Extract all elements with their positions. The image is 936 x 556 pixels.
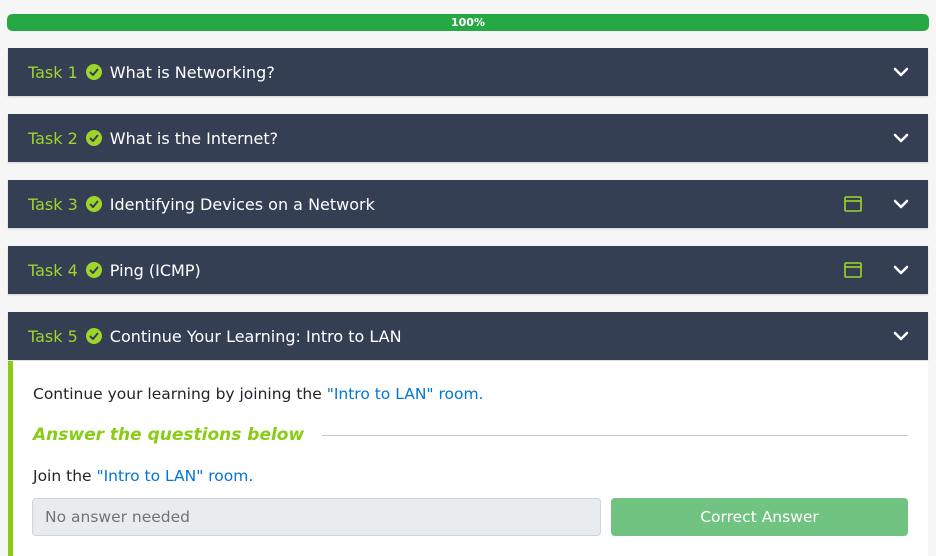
task-5-content: Continue your learning by joining the "I… — [8, 361, 928, 556]
chevron-down-icon[interactable] — [892, 327, 910, 345]
task-3-header[interactable]: Task 3 Identifying Devices on a Network — [8, 180, 928, 228]
check-circle-icon — [85, 64, 102, 80]
answer-input[interactable] — [32, 498, 601, 536]
task-number: Task 3 — [28, 194, 78, 214]
task-description: Continue your learning by joining the "I… — [33, 385, 484, 403]
task-number: Task 5 — [28, 326, 78, 346]
intro-to-lan-link[interactable]: "Intro to LAN" room. — [327, 385, 484, 403]
progress-bar: 100% — [7, 14, 929, 31]
question-prefix: Join the — [33, 467, 97, 485]
divider — [322, 434, 908, 436]
task-number: Task 1 — [28, 62, 78, 82]
answer-heading-text: Answer the questions below — [33, 425, 305, 445]
question-text: Join the "Intro to LAN" room. — [33, 467, 253, 485]
task-number: Task 4 — [28, 260, 78, 280]
task-title: Ping (ICMP) — [109, 260, 201, 280]
task-title: Identifying Devices on a Network — [109, 194, 375, 214]
task-title: What is Networking? — [109, 62, 275, 82]
task-number: Task 2 — [28, 128, 78, 148]
task-5-header[interactable]: Task 5 Continue Your Learning: Intro to … — [8, 312, 928, 360]
intro-to-lan-link[interactable]: "Intro to LAN" room. — [96, 467, 253, 485]
task-1-header[interactable]: Task 1 What is Networking? — [8, 48, 928, 96]
task-4-header[interactable]: Task 4 Ping (ICMP) — [8, 246, 928, 294]
answer-heading: Answer the questions below — [33, 425, 908, 445]
progress-fill: 100% — [7, 14, 929, 31]
task-title: What is the Internet? — [109, 128, 279, 148]
task-title: Continue Your Learning: Intro to LAN — [109, 326, 402, 346]
description-text: Continue your learning by joining the — [33, 385, 327, 403]
correct-answer-button[interactable]: Correct Answer — [611, 498, 908, 536]
task-2-header[interactable]: Task 2 What is the Internet? — [8, 114, 928, 162]
chevron-down-icon[interactable] — [892, 129, 910, 147]
chevron-down-icon[interactable] — [892, 261, 910, 279]
check-circle-icon — [85, 262, 102, 278]
progress-label: 100% — [451, 16, 485, 29]
chevron-down-icon[interactable] — [892, 63, 910, 81]
check-circle-icon — [85, 328, 102, 344]
browser-window-icon[interactable] — [844, 196, 862, 212]
chevron-down-icon[interactable] — [892, 195, 910, 213]
browser-window-icon[interactable] — [844, 262, 862, 278]
check-circle-icon — [85, 130, 102, 146]
check-circle-icon — [85, 196, 102, 212]
